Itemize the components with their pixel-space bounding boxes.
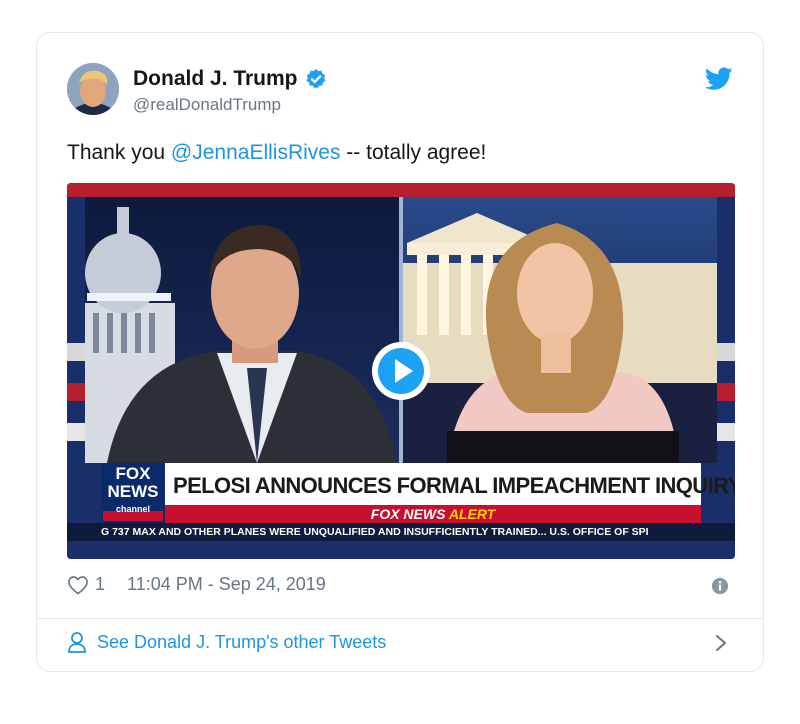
alert-bar: FOX NEWS ALERT: [165, 505, 701, 523]
avatar-image: [67, 63, 119, 115]
fox-logo-line3: channel: [115, 504, 150, 514]
alert-word: ALERT: [448, 506, 496, 522]
other-tweets-link[interactable]: See Donald J. Trump's other Tweets: [67, 631, 386, 653]
verified-badge-icon: [305, 68, 326, 89]
fox-logo-text: FOX NEWS channel: [103, 465, 163, 514]
chevron-right-icon[interactable]: [713, 633, 729, 653]
tweet-text-before: Thank you: [67, 141, 171, 164]
like-count[interactable]: 1: [95, 574, 105, 595]
fox-logo-line2: NEWS: [107, 482, 159, 501]
author-handle[interactable]: @realDonaldTrump: [133, 95, 281, 115]
heart-icon[interactable]: [67, 575, 89, 595]
news-ticker: G 737 MAX AND OTHER PLANES WERE UNQUALIF…: [101, 526, 649, 538]
headline-banner: PELOSI ANNOUNCES FORMAL IMPEACHMENT INQU…: [173, 473, 735, 498]
mention-link[interactable]: @JennaEllisRives: [171, 141, 341, 164]
tweet-timestamp[interactable]: 11:04 PM - Sep 24, 2019: [127, 574, 326, 595]
avatar[interactable]: [67, 63, 119, 115]
fox-logo-line1: FOX: [115, 464, 151, 483]
play-button[interactable]: [372, 342, 430, 400]
tweet-text-after: -- totally agree!: [340, 141, 487, 164]
tweet-card: Donald J. Trump @realDonaldTrump Thank y…: [36, 32, 764, 672]
author-name-row[interactable]: Donald J. Trump: [133, 67, 327, 91]
other-tweets-label[interactable]: See Donald J. Trump's other Tweets: [97, 632, 386, 653]
info-icon[interactable]: [711, 577, 729, 595]
user-icon: [68, 632, 86, 653]
twitter-bird-icon[interactable]: [705, 67, 733, 91]
tweet-text: Thank you @JennaEllisRives -- totally ag…: [67, 141, 486, 165]
play-icon: [378, 348, 424, 394]
tweet-meta: 1 11:04 PM - Sep 24, 2019: [67, 574, 326, 595]
footer-divider: [37, 618, 763, 619]
author-name[interactable]: Donald J. Trump: [133, 67, 298, 91]
video-player[interactable]: FOX NEWS channel PELOSI ANNOUNCES FORMAL…: [67, 183, 735, 559]
alert-brand: FOX NEWS: [370, 506, 446, 522]
